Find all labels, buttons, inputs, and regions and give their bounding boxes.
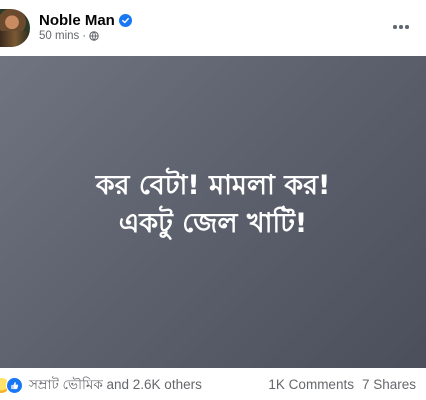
globe-icon [89,31,99,41]
post-time[interactable]: 50 mins [39,30,79,42]
post-meta: 50 mins · [39,29,99,43]
avatar-image [0,31,30,47]
comments-count[interactable]: 1K Comments [268,377,354,393]
author-name[interactable]: Noble Man [39,12,115,29]
post-stats: 1K Comments 7 Shares [268,377,416,393]
post-text-line: কর বেটা! মামলা কর! [95,170,331,201]
post-content: কর বেটা! মামলা কর! একটু জেল খাটি! [0,56,426,368]
avatar[interactable] [0,9,30,47]
post-text-line: একটু জেল খাটি! [118,208,308,239]
meta-separator: · [82,30,87,42]
author-row: Noble Man [39,11,132,29]
post-header: Noble Man 50 mins · [0,0,426,56]
post-text: কর বেটা! মামলা কর! একটু জেল খাটি! [96,167,331,243]
verified-badge-icon [118,13,132,27]
post-footer: সম্রাট ভৌমিক and 2.6K others 1K Comments… [0,368,426,400]
more-options-icon[interactable] [391,17,411,37]
reactions-summary[interactable]: সম্রাট ভৌমিক and 2.6K others [0,376,202,394]
like-icon [6,376,23,394]
shares-count[interactable]: 7 Shares [362,377,416,393]
reactions-text[interactable]: সম্রাট ভৌমিক and 2.6K others [29,374,202,397]
